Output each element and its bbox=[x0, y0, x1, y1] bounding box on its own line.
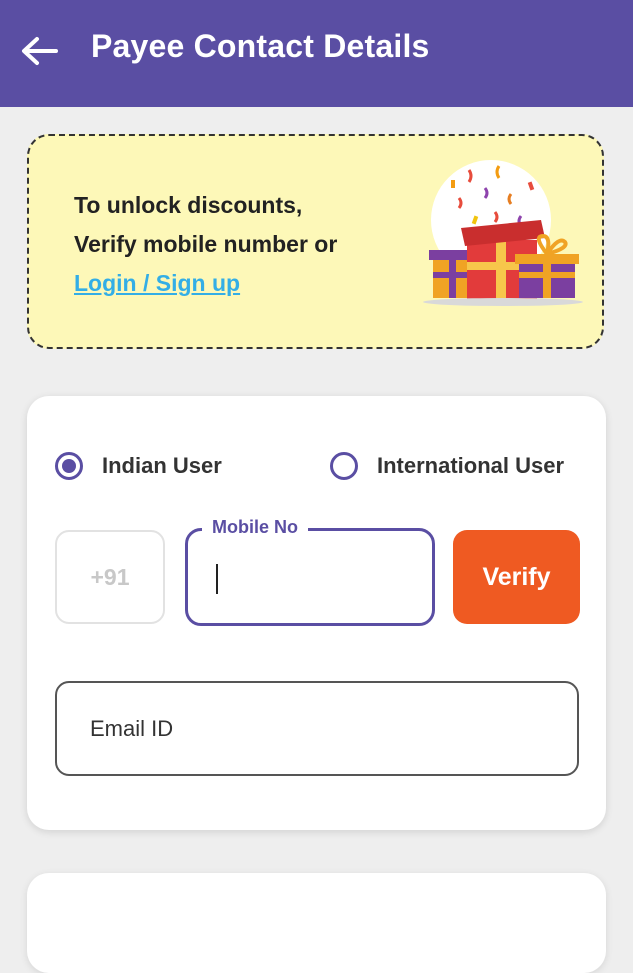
banner-line-2: Verify mobile number or bbox=[74, 231, 338, 257]
mobile-number-input[interactable] bbox=[214, 561, 414, 595]
radio-button-selected[interactable] bbox=[55, 452, 83, 480]
arrow-left-icon bbox=[22, 37, 58, 65]
mobile-field-label: Mobile No bbox=[202, 516, 308, 538]
email-input[interactable] bbox=[90, 711, 540, 747]
email-field[interactable] bbox=[55, 681, 579, 776]
back-button[interactable] bbox=[18, 30, 60, 72]
radio-button-unselected[interactable] bbox=[330, 452, 358, 480]
radio-label-international: International User bbox=[377, 453, 565, 478]
banner-text: To unlock discounts, Verify mobile numbe… bbox=[74, 186, 337, 303]
app-bar: Payee Contact Details bbox=[0, 0, 633, 107]
banner-line-1: To unlock discounts, bbox=[74, 192, 303, 218]
radio-label-indian: Indian User bbox=[102, 453, 222, 478]
radio-indian-user[interactable]: Indian User bbox=[55, 447, 222, 485]
gift-boxes-icon bbox=[423, 160, 583, 306]
mobile-number-field[interactable]: Mobile No bbox=[185, 516, 435, 626]
verify-button[interactable]: Verify bbox=[453, 530, 580, 624]
radio-dot bbox=[62, 459, 76, 473]
radio-international-user[interactable]: International User bbox=[330, 447, 564, 485]
login-signup-link[interactable]: Login / Sign up bbox=[74, 264, 337, 303]
page-title: Payee Contact Details bbox=[91, 28, 430, 64]
next-section-card bbox=[27, 873, 606, 973]
contact-form-card: Indian User International User +91 Mobil… bbox=[27, 396, 606, 830]
discount-banner: To unlock discounts, Verify mobile numbe… bbox=[27, 134, 604, 349]
country-code-field: +91 bbox=[55, 530, 165, 624]
text-caret bbox=[216, 564, 218, 594]
